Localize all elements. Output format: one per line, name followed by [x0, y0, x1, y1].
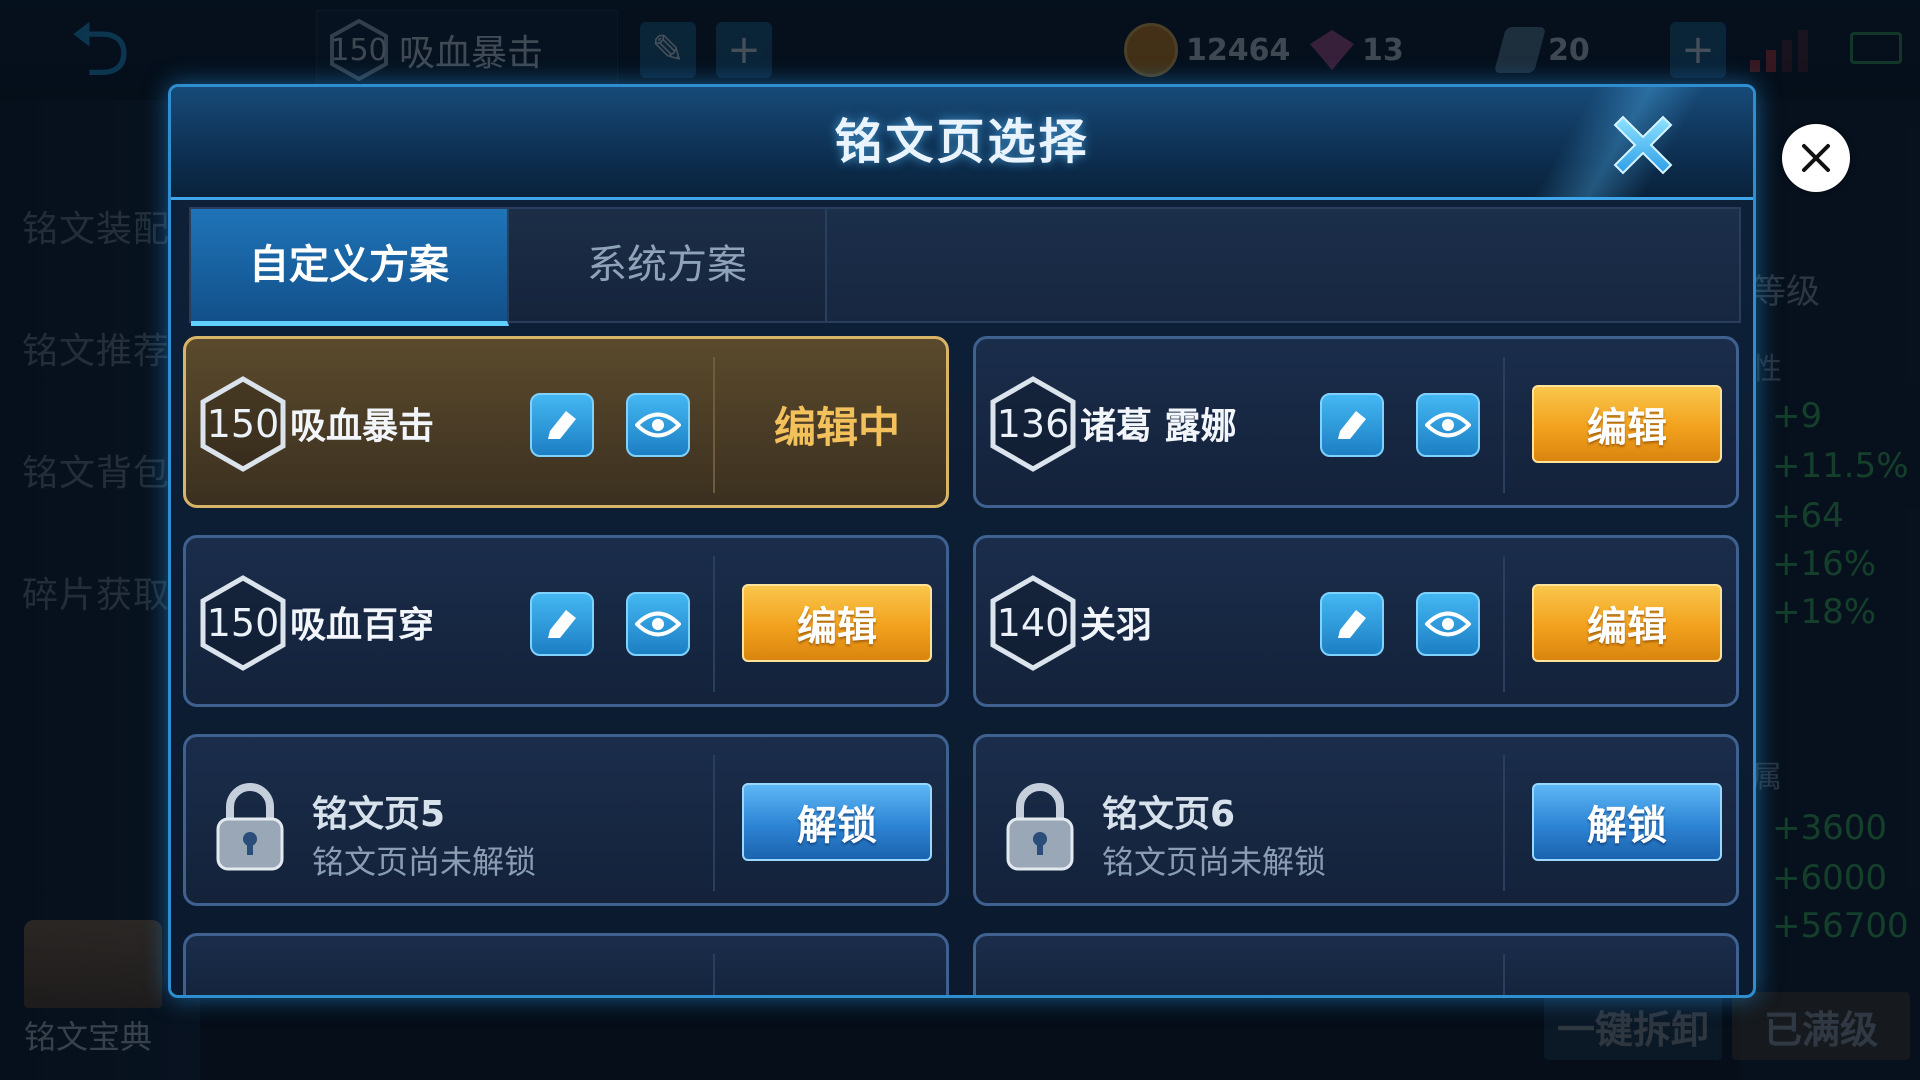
locked-hint: 铭文页尚未解锁 — [312, 843, 537, 881]
page-name: 吸血暴击 — [290, 406, 435, 447]
rename-icon[interactable] — [1320, 592, 1384, 656]
close-icon[interactable] — [1603, 105, 1683, 185]
dialog-title: 铭文页选择 — [834, 114, 1090, 170]
card-divider — [1503, 755, 1505, 891]
locked-page-card[interactable] — [973, 933, 1739, 995]
preview-eye-icon[interactable] — [626, 592, 690, 656]
locked-hint: 铭文页尚未解锁 — [1102, 843, 1327, 881]
rune-page-card[interactable]: 140 关羽 编辑 — [973, 535, 1739, 707]
locked-page-card[interactable] — [183, 933, 949, 995]
page-name: 关羽 — [1080, 605, 1153, 646]
rune-page-card[interactable]: 136 诸葛 露娜 编辑 — [973, 336, 1739, 508]
page-level: 140 — [996, 601, 1070, 645]
page-name: 铭文页5 — [312, 794, 446, 835]
tab-custom[interactable]: 自定义方案 — [191, 209, 509, 326]
locked-page-card[interactable]: 铭文页5 铭文页尚未解锁 解锁 — [183, 734, 949, 906]
card-divider — [713, 357, 715, 493]
card-divider — [713, 556, 715, 692]
rename-icon[interactable] — [530, 592, 594, 656]
edit-button[interactable]: 编辑 — [1532, 584, 1722, 662]
preview-eye-icon[interactable] — [1416, 393, 1480, 457]
edit-button[interactable]: 编辑 — [1532, 385, 1722, 463]
level-hex-icon: 150 — [198, 574, 288, 672]
page-level: 150 — [206, 601, 280, 645]
rename-icon[interactable] — [530, 393, 594, 457]
preview-eye-icon[interactable] — [626, 393, 690, 457]
card-divider — [713, 954, 715, 995]
edit-button[interactable]: 编辑 — [742, 584, 932, 662]
unlock-button[interactable]: 解锁 — [1532, 783, 1722, 861]
rune-page-card[interactable]: 150 吸血百穿 编辑 — [183, 535, 949, 707]
editing-status: 编辑中 — [773, 402, 900, 452]
card-divider — [1503, 357, 1505, 493]
lock-icon — [1006, 783, 1074, 871]
lock-icon — [216, 783, 284, 871]
unlock-button[interactable]: 解锁 — [742, 783, 932, 861]
rune-page-dialog: 铭文页选择 自定义方案 系统方案 150 吸血暴击 编辑中 136 诸葛 露娜 — [168, 84, 1756, 998]
close-icon[interactable] — [1782, 124, 1850, 192]
rune-page-card[interactable]: 150 吸血暴击 编辑中 — [183, 336, 949, 508]
page-name: 吸血百穿 — [290, 605, 435, 646]
tab-system[interactable]: 系统方案 — [509, 209, 827, 321]
rename-icon[interactable] — [1320, 393, 1384, 457]
level-hex-icon: 136 — [988, 375, 1078, 473]
level-hex-icon: 150 — [198, 375, 288, 473]
locked-page-card[interactable]: 铭文页6 铭文页尚未解锁 解锁 — [973, 734, 1739, 906]
page-level: 150 — [206, 402, 280, 446]
page-name: 诸葛 露娜 — [1080, 406, 1237, 447]
card-divider — [1503, 954, 1505, 995]
preview-eye-icon[interactable] — [1416, 592, 1480, 656]
page-name: 铭文页6 — [1102, 794, 1236, 835]
card-divider — [1503, 556, 1505, 692]
page-level: 136 — [996, 402, 1070, 446]
level-hex-icon: 140 — [988, 574, 1078, 672]
card-divider — [713, 755, 715, 891]
scheme-tabs: 自定义方案 系统方案 — [189, 207, 1741, 326]
